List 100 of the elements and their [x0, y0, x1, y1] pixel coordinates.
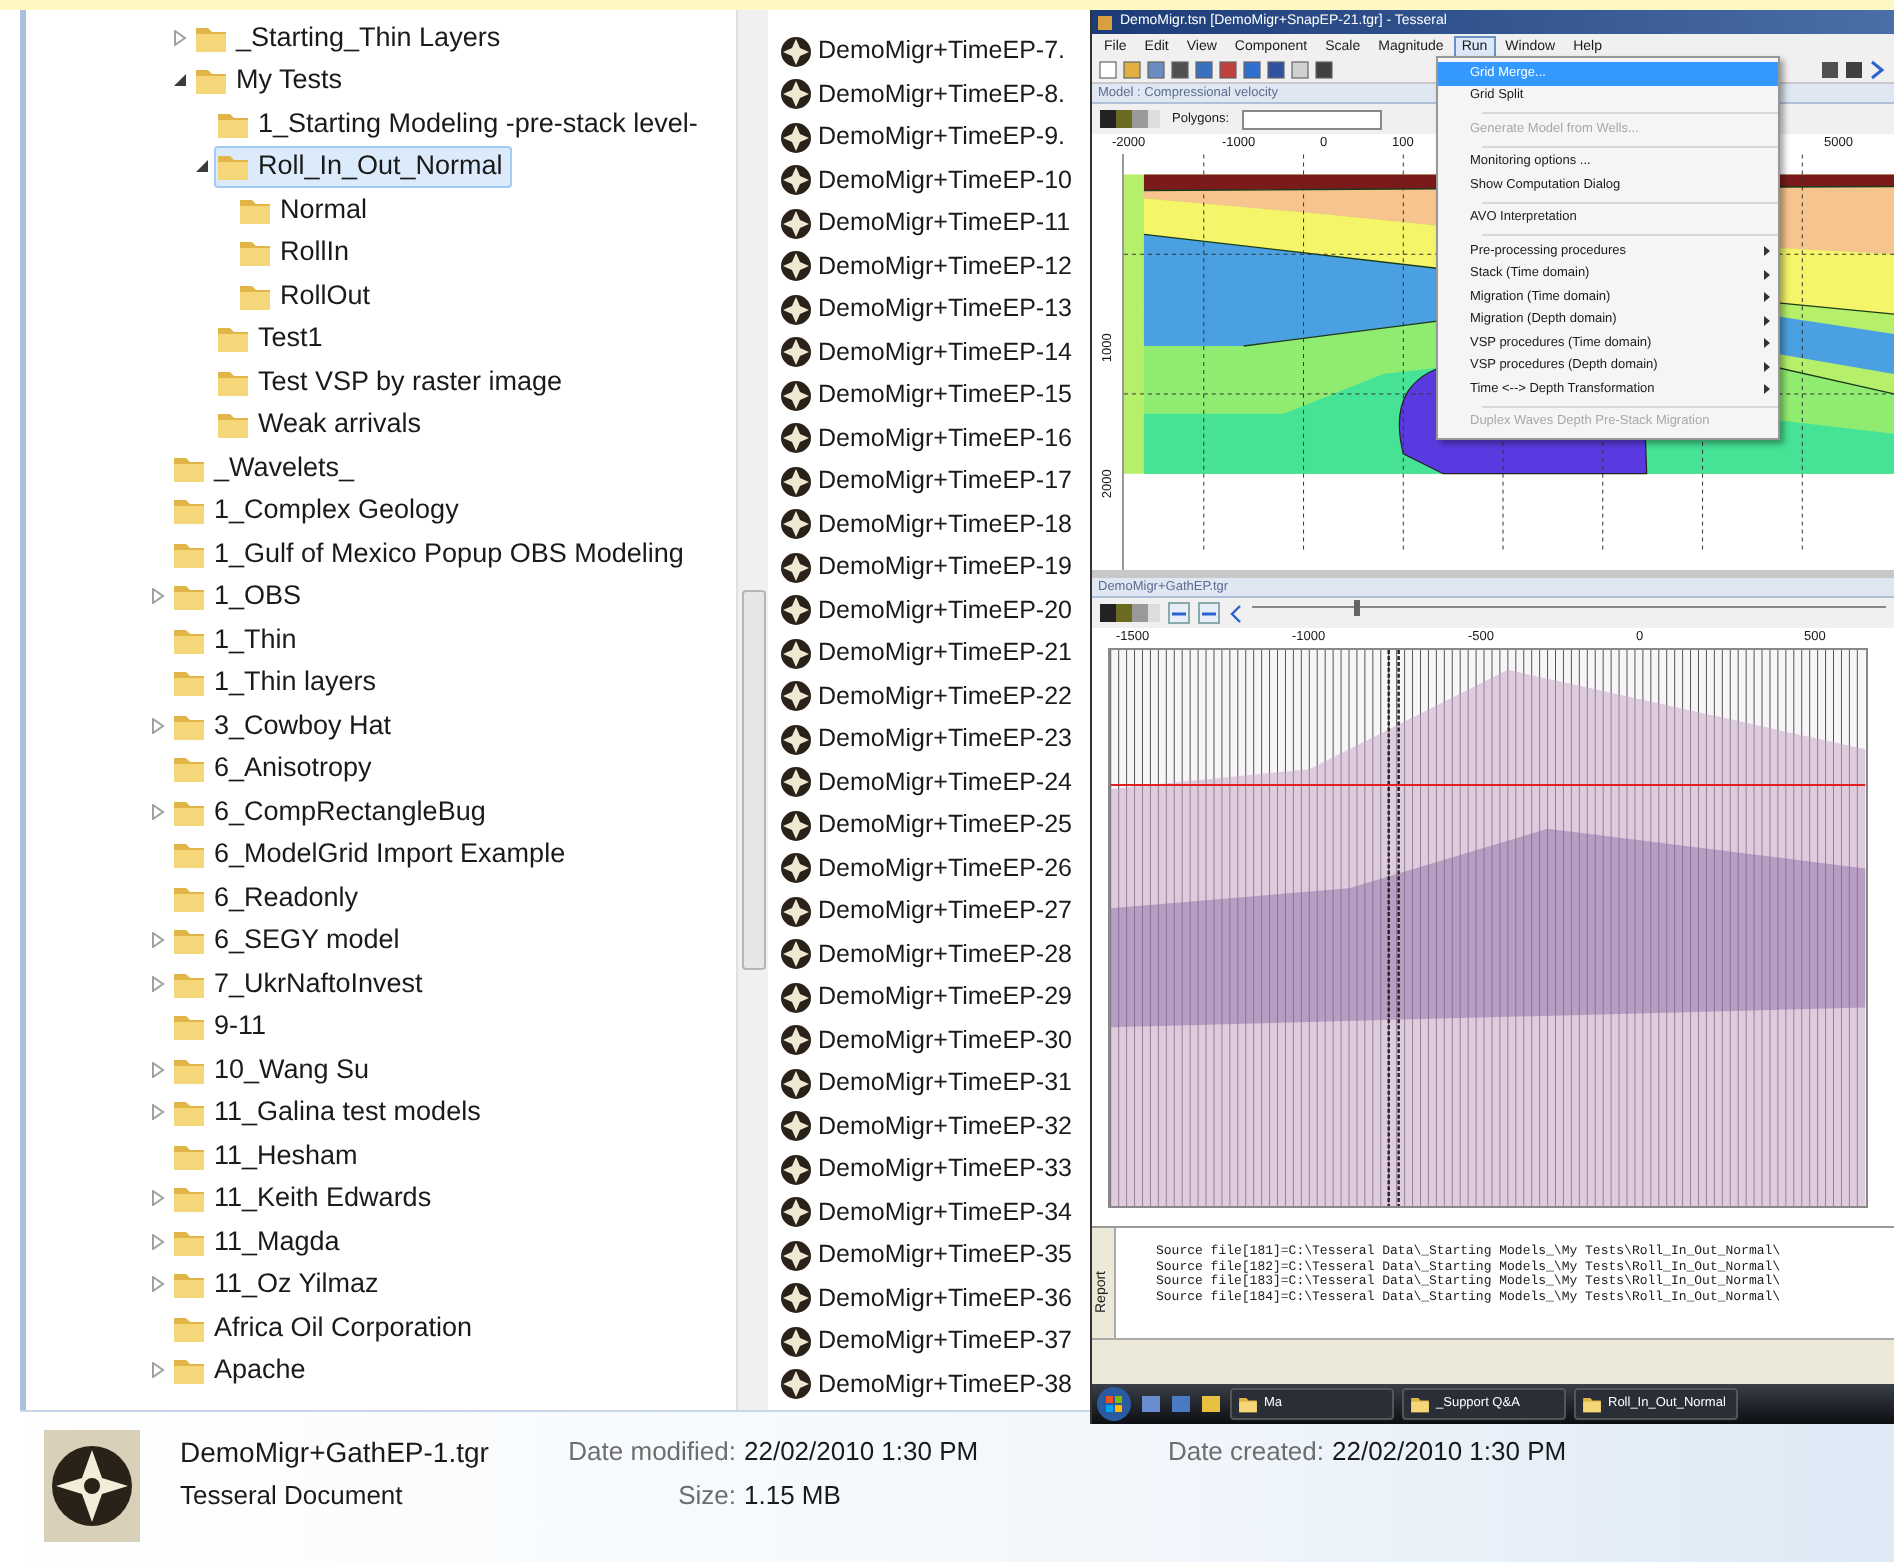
tree-item[interactable]: Africa Oil Corporation — [170, 1306, 483, 1349]
tree-item[interactable]: 6_SEGY model — [170, 919, 410, 962]
document-entry[interactable]: DemoMigr+TimeEP-12 — [780, 245, 1073, 288]
collapsed-arrow-icon[interactable] — [150, 1362, 166, 1379]
tree-item[interactable]: 9-11 — [170, 1005, 277, 1048]
tree-item[interactable]: 11_Hesham — [170, 1134, 368, 1177]
tree-item[interactable]: RollOut — [236, 274, 381, 317]
tree-item[interactable]: 1_Gulf of Mexico Popup OBS Modeling — [170, 532, 694, 575]
tree-item[interactable]: 1_Complex Geology — [170, 489, 469, 532]
file-type: Tesseral Document — [180, 1478, 403, 1514]
document-entry[interactable]: DemoMigr+TimeEP-31 — [780, 1062, 1073, 1105]
document-entry[interactable]: DemoMigr+TimeEP-23 — [780, 718, 1073, 761]
file-type-icon — [780, 121, 812, 154]
collapsed-arrow-icon[interactable] — [150, 932, 166, 949]
folder-icon — [172, 1010, 206, 1043]
tree-item[interactable]: 11_Oz Yilmaz — [170, 1263, 389, 1306]
expanded-arrow-icon[interactable] — [172, 72, 188, 89]
document-entry[interactable]: DemoMigr+TimeEP-28 — [780, 933, 1073, 976]
start-button-icon[interactable] — [1096, 1386, 1132, 1422]
folder-icon — [238, 236, 272, 269]
tree-item[interactable]: 6_Anisotropy — [170, 747, 382, 790]
tree-item[interactable]: Roll_In_Out_Normal — [214, 145, 513, 188]
document-entry[interactable]: DemoMigr+TimeEP-25 — [780, 804, 1073, 847]
collapsed-arrow-icon[interactable] — [150, 1104, 166, 1121]
tree-item[interactable]: 6_ModelGrid Import Example — [170, 833, 576, 876]
document-entry[interactable]: DemoMigr+TimeEP-30 — [780, 1019, 1073, 1062]
tree-item[interactable]: 10_Wang Su — [170, 1048, 380, 1091]
tree-item[interactable]: Weak arrivals — [214, 403, 432, 446]
collapsed-arrow-icon[interactable] — [150, 717, 166, 734]
tree-item[interactable]: _Wavelets_ — [170, 446, 365, 489]
tree-item[interactable]: 1_Thin — [170, 618, 307, 661]
scrollbar[interactable] — [736, 10, 768, 1410]
document-entry[interactable]: DemoMigr+TimeEP-15 — [780, 374, 1073, 417]
tree-item[interactable]: 11_Galina test models — [170, 1091, 491, 1134]
document-entry[interactable]: DemoMigr+TimeEP-33 — [780, 1148, 1073, 1191]
scrollbar-thumb[interactable] — [742, 590, 766, 970]
document-entry[interactable]: DemoMigr+TimeEP-21 — [780, 632, 1073, 675]
collapsed-arrow-icon[interactable] — [150, 1061, 166, 1078]
collapsed-arrow-icon[interactable] — [150, 588, 166, 605]
tree-item[interactable]: 11_Magda — [170, 1220, 350, 1263]
document-entry[interactable]: DemoMigr+TimeEP-14 — [780, 331, 1073, 374]
tree-item[interactable]: _Starting_Thin Layers — [192, 16, 511, 59]
quick-launch-icon[interactable] — [1200, 1394, 1222, 1414]
slider-thumb[interactable] — [1353, 599, 1360, 615]
collapsed-arrow-icon[interactable] — [150, 803, 166, 820]
tree-item[interactable]: 7_UkrNaftoInvest — [170, 962, 433, 1005]
document-entry[interactable]: DemoMigr+TimeEP-17 — [780, 460, 1073, 503]
document-entry[interactable]: DemoMigr+TimeEP-26 — [780, 847, 1073, 890]
tree-item[interactable]: 1_Thin layers — [170, 661, 387, 704]
document-entry[interactable]: DemoMigr+TimeEP-34 — [780, 1191, 1073, 1234]
tree-item[interactable]: RollIn — [236, 231, 360, 274]
tree-item[interactable]: 6_Readonly — [170, 876, 369, 919]
tree-item[interactable]: 3_Cowboy Hat — [170, 704, 402, 747]
file-type-icon — [780, 1239, 812, 1272]
document-entry[interactable]: DemoMigr+TimeEP-16 — [780, 417, 1073, 460]
folder-icon — [172, 666, 206, 699]
document-entry[interactable]: DemoMigr+TimeEP-29 — [780, 976, 1073, 1019]
tree-item[interactable]: Normal — [236, 188, 378, 231]
document-entry[interactable]: DemoMigr+TimeEP-18 — [780, 503, 1073, 546]
collapsed-arrow-icon[interactable] — [150, 1276, 166, 1293]
file-type-icon — [780, 207, 812, 240]
tree-item[interactable]: Test VSP by raster image — [214, 360, 573, 403]
quick-launch-icon[interactable] — [1170, 1394, 1192, 1414]
tree-item[interactable]: 11_Keith Edwards — [170, 1177, 442, 1220]
document-entry[interactable]: DemoMigr+TimeEP-32 — [780, 1105, 1073, 1148]
document-entry[interactable]: DemoMigr+TimeEP-37 — [780, 1320, 1073, 1363]
tree-item[interactable]: 1_OBS — [170, 575, 312, 618]
expanded-arrow-icon[interactable] — [194, 158, 210, 175]
tree-item[interactable]: 6_CompRectangleBug — [170, 790, 496, 833]
document-entry[interactable]: DemoMigr+TimeEP-8. — [780, 73, 1066, 116]
file-type-icon — [780, 852, 812, 885]
document-entry[interactable]: DemoMigr+TimeEP-27 — [780, 890, 1073, 933]
collapsed-arrow-icon[interactable] — [150, 1233, 166, 1250]
document-entry[interactable]: DemoMigr+TimeEP-22 — [780, 675, 1073, 718]
collapsed-arrow-icon[interactable] — [150, 975, 166, 992]
document-entry[interactable]: DemoMigr+TimeEP-38 — [780, 1363, 1073, 1406]
document-entry[interactable]: DemoMigr+TimeEP-13 — [780, 288, 1073, 331]
tree-item[interactable]: Test1 — [214, 317, 333, 360]
quick-launch-icon[interactable] — [1140, 1394, 1162, 1414]
document-entry[interactable]: DemoMigr+TimeEP-11 — [780, 202, 1071, 245]
document-entry[interactable]: DemoMigr+TimeEP-9. — [780, 116, 1066, 159]
toolbar-icon[interactable] — [1168, 602, 1190, 624]
document-entry[interactable]: DemoMigr+TimeEP-20 — [780, 589, 1073, 632]
file-type-icon — [780, 809, 812, 842]
document-entry[interactable]: DemoMigr+TimeEP-7. — [780, 30, 1066, 73]
document-entry[interactable]: DemoMigr+TimeEP-24 — [780, 761, 1073, 804]
color-scale-icon — [1100, 108, 1160, 130]
tree-item[interactable]: 1_Starting Modeling -pre-stack level- — [214, 102, 708, 145]
document-entry[interactable]: DemoMigr+TimeEP-36 — [780, 1277, 1073, 1320]
polygons-dropdown[interactable] — [1241, 109, 1382, 129]
tree-item[interactable]: Apache — [170, 1349, 316, 1392]
document-entry[interactable]: DemoMigr+TimeEP-10 — [780, 159, 1073, 202]
document-entry[interactable]: DemoMigr+TimeEP-19 — [780, 546, 1073, 589]
folder-icon — [1410, 1394, 1430, 1414]
folder-icon — [194, 64, 228, 97]
tree-item[interactable]: My Tests — [192, 59, 353, 102]
collapsed-arrow-icon[interactable] — [172, 29, 188, 46]
document-entry[interactable]: DemoMigr+TimeEP-35 — [780, 1234, 1073, 1277]
toolbar-icon[interactable] — [1198, 602, 1220, 624]
collapsed-arrow-icon[interactable] — [150, 1190, 166, 1207]
